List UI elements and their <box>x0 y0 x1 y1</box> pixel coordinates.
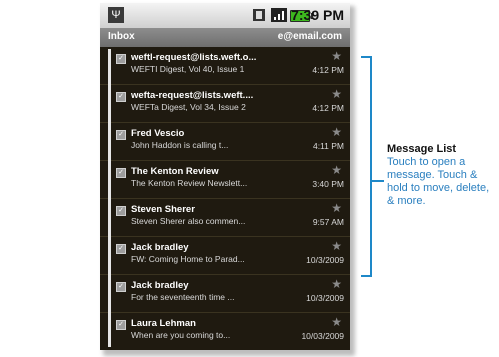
list-item[interactable]: ✓ The Kenton Review The Kenton Review Ne… <box>100 161 350 199</box>
star-icon[interactable]: ★ <box>331 201 342 215</box>
message-time: 3:40 PM <box>312 179 344 189</box>
message-time: 10/3/2009 <box>306 255 344 265</box>
list-item[interactable]: ✓ Jack bradley For the seventeenth time … <box>100 275 350 313</box>
message-time: 4:12 PM <box>312 103 344 113</box>
message-time: 4:12 PM <box>312 65 344 75</box>
account-email: e@email.com <box>277 31 342 42</box>
list-item[interactable]: ✓ Jack bradley FW: Coming Home to Parad.… <box>100 237 350 275</box>
callout-leader-line <box>372 180 384 182</box>
list-item[interactable]: ✓ wefta-request@lists.weft.... WEFTa Dig… <box>100 85 350 123</box>
message-sender: Jack bradley <box>131 280 189 291</box>
screen-edge <box>108 49 111 347</box>
folder-title: Inbox <box>108 31 135 42</box>
message-preview: When are you coming to... <box>131 330 231 340</box>
callout-bracket <box>361 56 372 277</box>
select-checkbox[interactable]: ✓ <box>116 92 126 102</box>
select-checkbox[interactable]: ✓ <box>116 130 126 140</box>
select-checkbox[interactable]: ✓ <box>116 206 126 216</box>
signal-icon <box>271 8 287 22</box>
usb-icon: Ψ <box>108 7 124 23</box>
select-checkbox[interactable]: ✓ <box>116 244 126 254</box>
phone-screen: Ψ 7:39 PM Inbox e@email.com ✓ weftl-requ… <box>100 3 350 350</box>
message-time: 10/03/2009 <box>301 331 344 341</box>
message-preview: WEFTI Digest, Vol 40, Issue 1 <box>131 64 245 74</box>
message-preview: Steven Sherer also commen... <box>131 216 246 226</box>
star-icon[interactable]: ★ <box>331 87 342 101</box>
select-checkbox[interactable]: ✓ <box>116 282 126 292</box>
message-time: 9:57 AM <box>312 217 344 227</box>
message-time: 10/3/2009 <box>306 293 344 303</box>
message-sender: weftl-request@lists.weft.o... <box>131 52 257 63</box>
message-sender: Jack bradley <box>131 242 189 253</box>
sync-icon <box>253 9 265 21</box>
status-bar: Ψ 7:39 PM <box>100 3 350 28</box>
message-preview: FW: Coming Home to Parad... <box>131 254 245 264</box>
message-sender: Steven Sherer <box>131 204 195 215</box>
status-clock: 7:39 PM <box>291 7 344 23</box>
star-icon[interactable]: ★ <box>331 239 342 253</box>
message-preview: WEFTa Digest, Vol 34, Issue 2 <box>131 102 246 112</box>
message-sender: The Kenton Review <box>131 166 219 177</box>
message-sender: wefta-request@lists.weft.... <box>131 90 254 101</box>
message-preview: For the seventeenth time ... <box>131 292 235 302</box>
message-sender: Laura Lehman <box>131 318 196 329</box>
message-time: 4:11 PM <box>312 141 344 151</box>
message-list[interactable]: ✓ weftl-request@lists.weft.o... WEFTI Di… <box>100 47 350 350</box>
select-checkbox[interactable]: ✓ <box>116 168 126 178</box>
star-icon[interactable]: ★ <box>331 277 342 291</box>
message-sender: Fred Vescio <box>131 128 185 139</box>
star-icon[interactable]: ★ <box>331 163 342 177</box>
star-icon[interactable]: ★ <box>331 315 342 329</box>
list-item[interactable]: ✓ Steven Sherer Steven Sherer also comme… <box>100 199 350 237</box>
message-preview: John Haddon is calling t... <box>131 140 229 150</box>
list-item[interactable]: ✓ Laura Lehman When are you coming to...… <box>100 313 350 350</box>
callout-title: Message List <box>387 143 457 155</box>
select-checkbox[interactable]: ✓ <box>116 54 126 64</box>
list-item[interactable]: ✓ Fred Vescio John Haddon is calling t..… <box>100 123 350 161</box>
star-icon[interactable]: ★ <box>331 125 342 139</box>
list-item[interactable]: ✓ weftl-request@lists.weft.o... WEFTI Di… <box>100 47 350 85</box>
star-icon[interactable]: ★ <box>331 49 342 63</box>
select-checkbox[interactable]: ✓ <box>116 320 126 330</box>
callout-description: Touch to open a message. Touch & hold to… <box>387 156 490 207</box>
inbox-title-bar: Inbox e@email.com <box>100 28 350 47</box>
message-preview: The Kenton Review Newslett... <box>131 178 248 188</box>
